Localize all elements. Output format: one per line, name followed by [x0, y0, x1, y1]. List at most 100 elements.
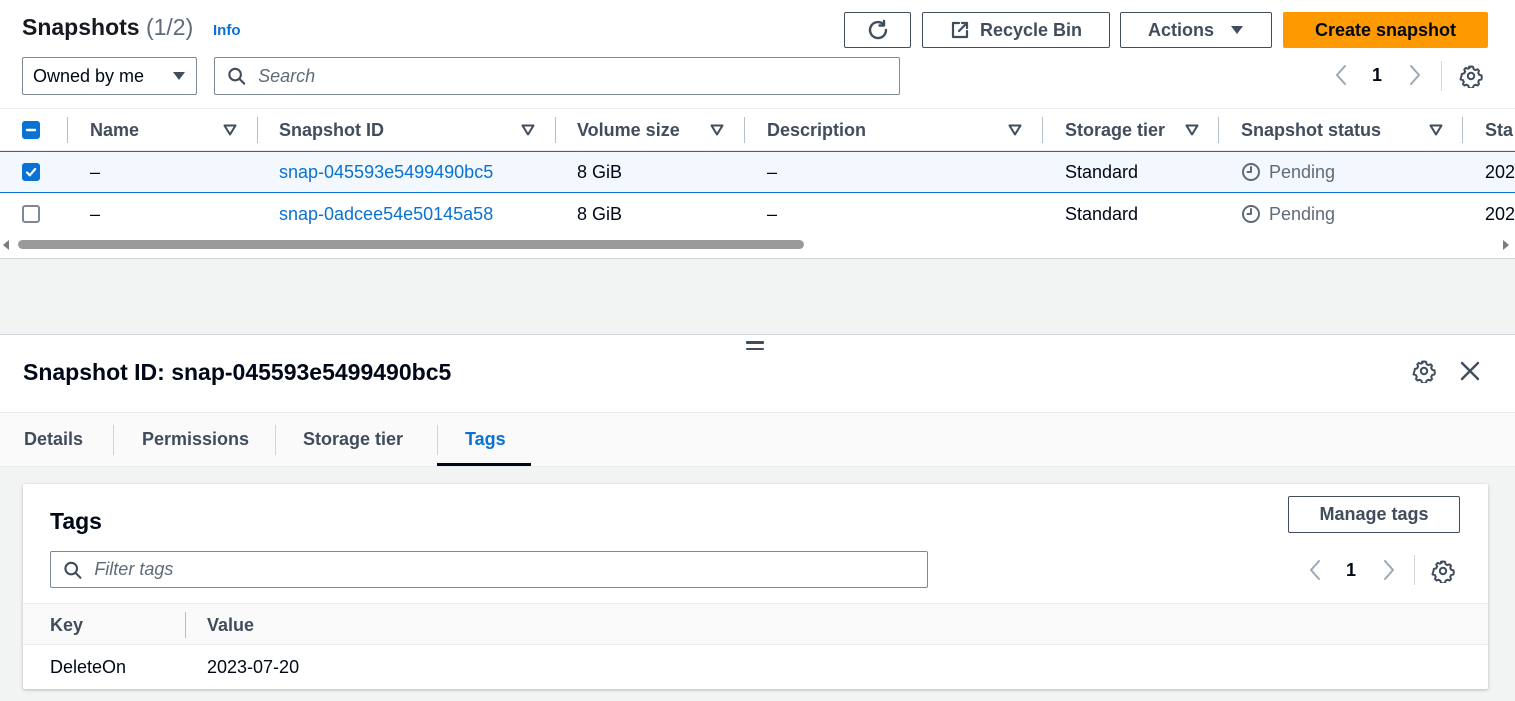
clock-icon — [1242, 163, 1260, 181]
actions-label: Actions — [1147, 19, 1214, 40]
manage-tags-label: Manage tags — [1319, 504, 1429, 524]
table-pagination: 1 — [1332, 64, 1424, 86]
column-header-started[interactable]: Sta — [1485, 109, 1513, 151]
gear-icon[interactable] — [1431, 559, 1455, 583]
sort-icon[interactable] — [521, 124, 535, 136]
tab-tags[interactable]: Tags — [465, 413, 506, 466]
column-header-description[interactable]: Description — [767, 109, 866, 151]
sort-icon[interactable] — [1185, 124, 1199, 136]
row-volume-size: 8 GiB — [577, 203, 623, 224]
page-number[interactable]: 1 — [1372, 65, 1382, 86]
page-number[interactable]: 1 — [1346, 560, 1356, 581]
select-all-checkbox[interactable] — [22, 121, 40, 139]
column-divider — [1042, 117, 1043, 143]
snapshots-table: Name Snapshot ID Volume size Description… — [0, 108, 1515, 258]
sort-icon[interactable] — [223, 124, 237, 136]
column-header-snapshot-status[interactable]: Snapshot status — [1241, 109, 1381, 151]
handle-line — [746, 341, 764, 344]
horizontal-scrollbar[interactable] — [0, 237, 1515, 253]
row-description: – — [767, 203, 778, 224]
table-row[interactable]: – snap-0adcee54e50145a58 8 GiB – Standar… — [0, 193, 1515, 235]
column-header-volume-size[interactable]: Volume size — [577, 109, 680, 151]
manage-tags-button[interactable]: Manage tags — [1288, 496, 1460, 533]
selection-count: (1/2) — [145, 14, 194, 40]
select-all-cell — [22, 109, 40, 151]
column-header-snapshot-id[interactable]: Snapshot ID — [279, 109, 384, 151]
table-row[interactable]: – snap-045593e5499490bc5 8 GiB – Standar… — [0, 151, 1515, 193]
divider — [1441, 61, 1442, 91]
column-divider — [1218, 117, 1219, 143]
column-label: Name — [90, 119, 140, 140]
tag-value: 2023-07-20 — [207, 656, 300, 677]
column-label: Storage tier — [1065, 119, 1166, 140]
divider — [1414, 555, 1415, 585]
column-divider — [555, 117, 556, 143]
page-title-text: Snapshots — [22, 14, 140, 40]
split-panel-gap — [0, 258, 1515, 335]
tab-details[interactable]: Details — [24, 413, 83, 466]
tags-table-header: Key Value — [23, 603, 1488, 645]
recycle-bin-label: Recycle Bin — [979, 19, 1083, 40]
tags-pagination: 1 — [1306, 559, 1398, 581]
column-header-name[interactable]: Name — [90, 109, 139, 151]
info-link[interactable]: Info — [213, 22, 241, 39]
chevron-left-icon[interactable] — [1332, 64, 1352, 86]
sort-icon[interactable] — [710, 124, 724, 136]
tab-permissions[interactable]: Permissions — [142, 413, 249, 466]
column-divider — [185, 612, 186, 638]
row-description: – — [767, 161, 778, 182]
recycle-bin-button[interactable]: Recycle Bin — [922, 12, 1110, 48]
scroll-left-arrow-icon[interactable] — [3, 240, 10, 250]
owner-filter-value: Owned by me — [33, 65, 145, 86]
resize-handle[interactable] — [746, 341, 764, 354]
refresh-icon — [868, 19, 887, 40]
close-icon[interactable] — [1460, 361, 1480, 381]
tag-key: DeleteOn — [50, 656, 127, 677]
column-label: Sta — [1485, 119, 1514, 140]
row-checkbox[interactable] — [22, 163, 40, 181]
gear-icon[interactable] — [1459, 64, 1483, 88]
snapshot-id-link[interactable]: snap-0adcee54e50145a58 — [279, 193, 493, 235]
row-status: Pending — [1241, 193, 1335, 235]
chevron-right-icon[interactable] — [1378, 559, 1398, 581]
active-tab-indicator — [437, 463, 531, 466]
search-input[interactable] — [256, 64, 887, 88]
search-icon — [228, 67, 246, 85]
row-checkbox[interactable] — [22, 205, 40, 223]
check-icon — [25, 167, 37, 177]
create-snapshot-button[interactable]: Create snapshot — [1283, 12, 1488, 48]
row-storage-tier: Standard — [1065, 161, 1139, 182]
tags-container: Tags Manage tags 1 Key Value DeleteOn 20… — [23, 484, 1488, 689]
row-status: Pending — [1241, 152, 1335, 192]
handle-line — [746, 347, 764, 350]
chevron-right-icon[interactable] — [1404, 64, 1424, 86]
scrollbar-thumb[interactable] — [18, 240, 804, 249]
page-title: Snapshots (1/2) — [22, 14, 193, 41]
column-divider — [1462, 117, 1463, 143]
minus-icon — [25, 128, 37, 132]
gear-icon[interactable] — [1412, 359, 1436, 383]
tab-storage-tier[interactable]: Storage tier — [303, 413, 403, 466]
refresh-button[interactable] — [844, 12, 911, 48]
details-tabs: Details Permissions Storage tier Tags — [0, 412, 1515, 467]
column-header-storage-tier[interactable]: Storage tier — [1065, 109, 1165, 151]
scroll-right-arrow-icon[interactable] — [1502, 240, 1509, 250]
snapshot-id-link[interactable]: snap-045593e5499490bc5 — [279, 152, 493, 192]
column-divider — [257, 117, 258, 143]
search-icon — [64, 561, 82, 579]
column-divider — [67, 117, 68, 143]
sort-icon[interactable] — [1429, 124, 1443, 136]
sort-icon[interactable] — [1008, 124, 1022, 136]
clock-icon — [1242, 205, 1260, 223]
chevron-left-icon[interactable] — [1306, 559, 1326, 581]
row-volume-size: 8 GiB — [577, 161, 623, 182]
actions-button[interactable]: Actions — [1120, 12, 1272, 48]
row-name: – — [90, 203, 101, 224]
owner-filter-select[interactable]: Owned by me — [22, 57, 197, 95]
tab-divider — [113, 425, 114, 455]
status-text: Pending — [1269, 203, 1336, 224]
caret-down-icon — [1231, 26, 1243, 34]
filter-tags-input[interactable] — [92, 558, 915, 581]
column-divider — [744, 117, 745, 143]
table-header: Name Snapshot ID Volume size Description… — [0, 108, 1515, 151]
